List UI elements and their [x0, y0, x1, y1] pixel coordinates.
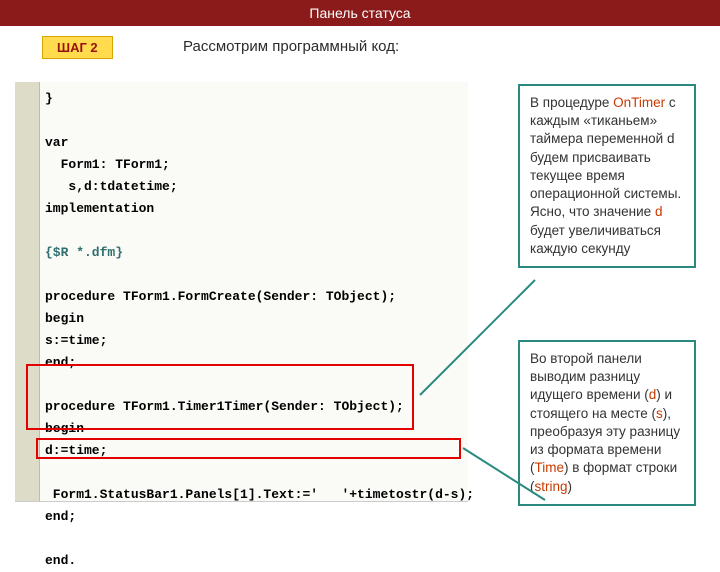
code-line: begin — [45, 311, 84, 326]
code-line: Form1.StatusBar1.Panels[1].Text:=' '+tim… — [45, 487, 474, 502]
callout-text: ) — [568, 479, 573, 494]
keyword-string: string — [535, 479, 568, 494]
code-line: } — [45, 91, 53, 106]
callout-text: В процедуре — [530, 95, 613, 110]
callout-text: с каждым «тиканьем» таймера переменной d… — [530, 95, 681, 219]
keyword-time: Time — [535, 460, 565, 475]
code-content: } var Form1: TForm1; s,d:tdatetime; impl… — [45, 88, 474, 572]
code-line: end; — [45, 509, 76, 524]
callout-statusbar: Во второй панели выводим разницу идущего… — [518, 340, 696, 506]
code-line: Form1: TForm1; — [45, 157, 170, 172]
slide-header: Панель статуса — [0, 0, 720, 26]
code-line: end. — [45, 553, 76, 568]
prompt-text: Рассмотрим программный код: — [183, 38, 399, 55]
callout-ontimer: В процедуре OnTimer с каждым «тиканьем» … — [518, 84, 696, 268]
callout-text: будет увеличиваться каждую секунду — [530, 223, 661, 256]
keyword-ontimer: OnTimer — [613, 95, 665, 110]
step-label: ШАГ 2 — [57, 40, 98, 55]
code-line: procedure TForm1.FormCreate(Sender: TObj… — [45, 289, 396, 304]
code-line: s:=time; — [45, 333, 107, 348]
code-line: implementation — [45, 201, 154, 216]
callout-text: Во второй панели выводим разницу идущего… — [530, 351, 649, 402]
code-directive: {$R *.dfm} — [45, 245, 123, 260]
code-line: s,d:tdatetime; — [45, 179, 178, 194]
keyword-s: s — [656, 406, 663, 421]
highlight-statusbar-line — [36, 438, 461, 459]
step-badge: ШАГ 2 — [42, 36, 113, 59]
keyword-d: d — [655, 204, 663, 219]
highlight-timer-proc — [26, 364, 414, 430]
code-line: var — [45, 135, 68, 150]
slide-title: Панель статуса — [309, 5, 410, 21]
